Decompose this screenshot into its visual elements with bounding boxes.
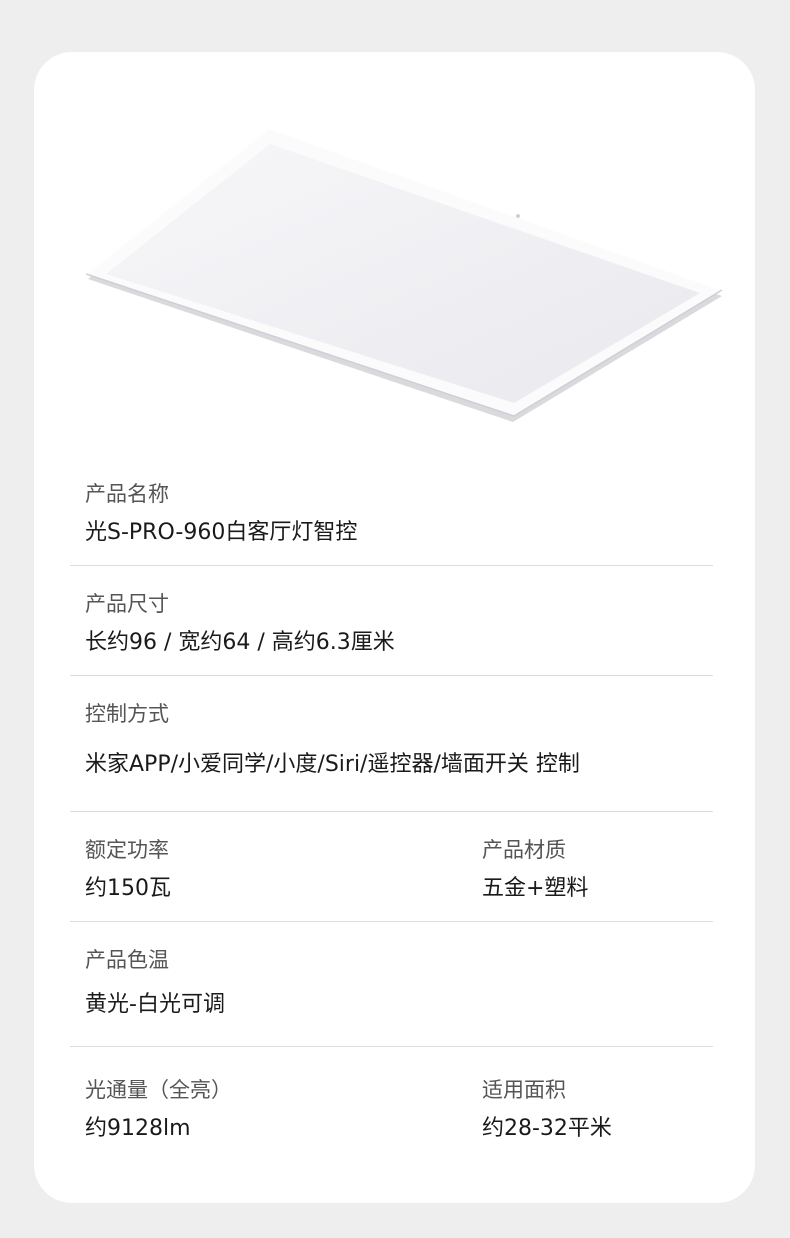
divider [70, 921, 713, 922]
spec-value: 光S-PRO-960白客厅灯智控 [85, 520, 358, 545]
spec-value: 五金+塑料 [482, 876, 589, 901]
ceiling-light-image [86, 126, 723, 422]
spec-label: 产品名称 [85, 482, 169, 506]
spec-card: 产品名称 光S-PRO-960白客厅灯智控 产品尺寸 长约96 / 宽约64 /… [34, 52, 755, 1203]
divider [70, 565, 713, 566]
spec-label: 产品尺寸 [85, 592, 169, 616]
spec-label: 光通量（全亮） [85, 1078, 232, 1102]
divider [70, 811, 713, 812]
spec-label: 控制方式 [85, 702, 169, 726]
spec-label: 额定功率 [85, 838, 169, 862]
spec-label: 适用面积 [482, 1078, 566, 1102]
spec-label: 产品色温 [85, 948, 169, 972]
spec-value: 长约96 / 宽约64 / 高约6.3厘米 [85, 630, 395, 655]
spec-value: 约150瓦 [85, 876, 171, 901]
spec-label: 产品材质 [482, 838, 566, 862]
spec-value: 黄光-白光可调 [85, 992, 225, 1017]
spec-value: 米家APP/小爱同学/小度/Siri/遥控器/墙面开关 控制 [85, 752, 580, 777]
spec-value: 约28-32平米 [482, 1116, 612, 1141]
spec-value: 约9128lm [85, 1116, 191, 1141]
divider [70, 1046, 713, 1047]
divider [70, 675, 713, 676]
